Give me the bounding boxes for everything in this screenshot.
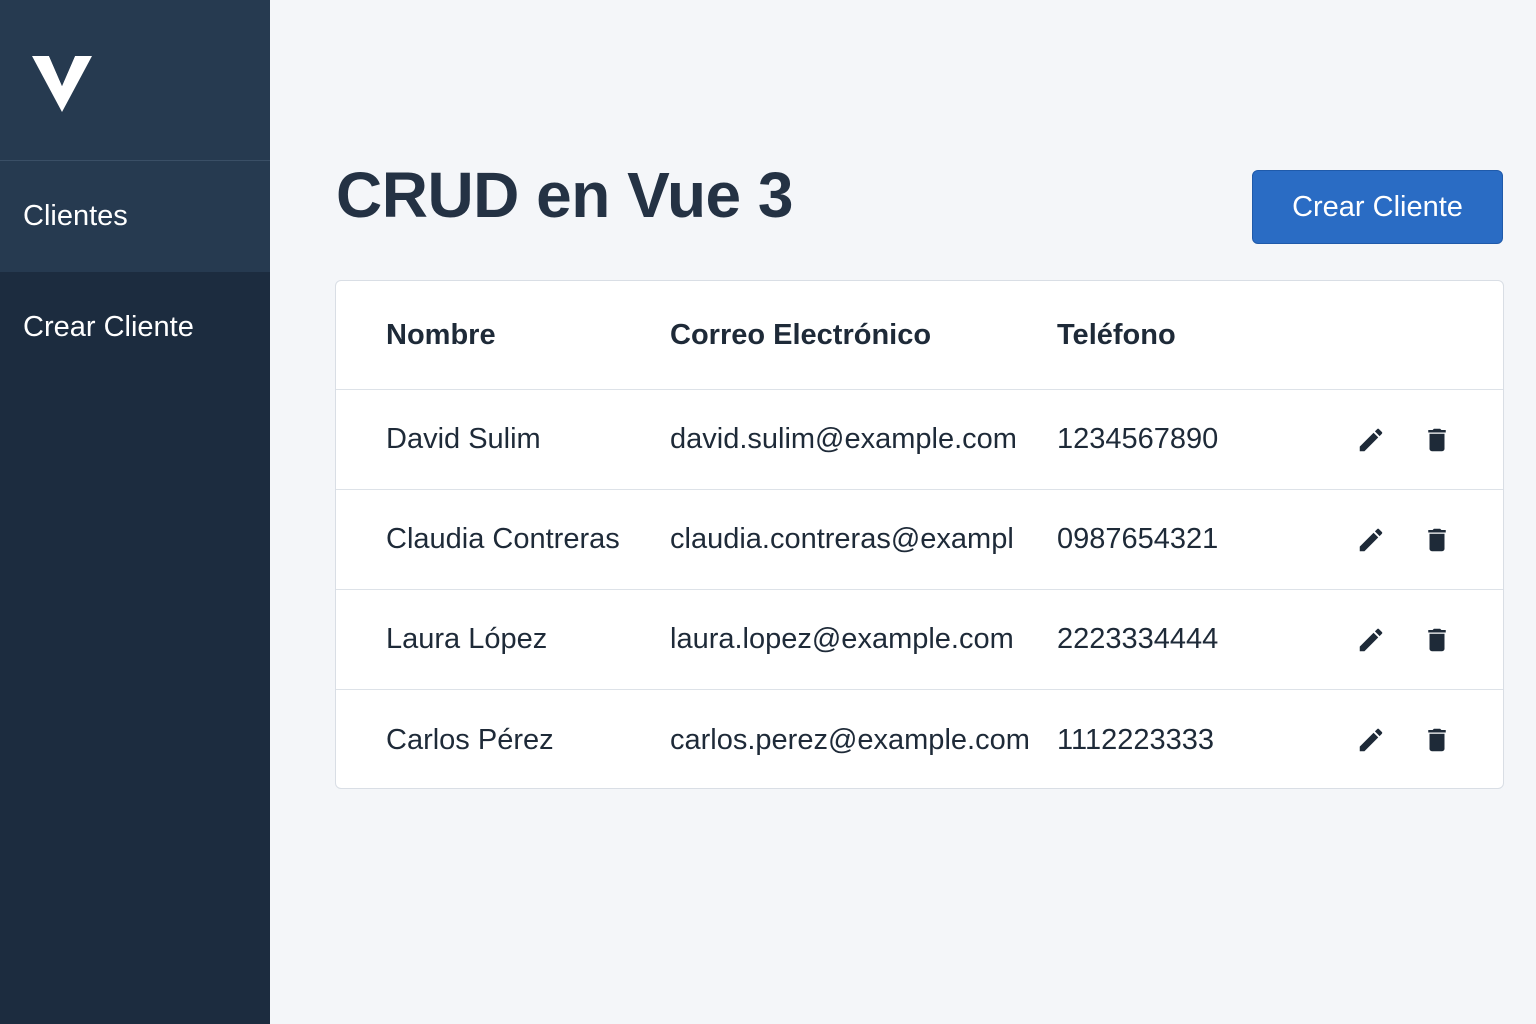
table-row: David Sulim david.sulim@example.com 1234… xyxy=(336,390,1503,490)
edit-button[interactable] xyxy=(1354,523,1388,557)
cell-email: carlos.perez@example.com xyxy=(670,723,1030,756)
cell-phone: 2223334444 xyxy=(1057,623,1219,655)
cell-email: laura.lopez@example.com xyxy=(670,623,1014,655)
pencil-icon xyxy=(1359,628,1383,651)
cell-name: Claudia Contreras xyxy=(386,523,620,555)
row-actions xyxy=(1347,523,1454,557)
delete-button[interactable] xyxy=(1420,623,1454,657)
cell-email: david.sulim@example.com xyxy=(670,423,1017,455)
sidebar-item-label: Clientes xyxy=(23,200,128,232)
row-actions xyxy=(1347,623,1454,657)
cell-name: Laura López xyxy=(386,623,548,655)
create-client-button[interactable]: Crear Cliente xyxy=(1252,170,1503,244)
delete-button[interactable] xyxy=(1420,423,1454,457)
cell-phone: 1112223333 xyxy=(1057,723,1214,756)
cell-email: claudia.contreras@exampl xyxy=(670,523,1014,555)
pencil-icon xyxy=(1359,428,1383,451)
row-actions xyxy=(1347,423,1454,457)
cell-name: David Sulim xyxy=(386,423,541,455)
table-row: Carlos Pérez carlos.perez@example.com 11… xyxy=(336,690,1503,788)
sidebar-item-clientes[interactable]: Clientes xyxy=(0,161,270,272)
trash-icon xyxy=(1428,628,1446,651)
edit-button[interactable] xyxy=(1354,723,1388,757)
vue-logo-icon xyxy=(32,56,92,112)
column-header-phone: Teléfono xyxy=(1057,318,1176,351)
table-row: Laura López laura.lopez@example.com 2223… xyxy=(336,590,1503,690)
cell-phone: 0987654321 xyxy=(1057,523,1219,555)
clients-table: Nombre Correo Electrónico Teléfono David… xyxy=(335,280,1504,789)
sidebar-item-label: Crear Cliente xyxy=(23,311,194,343)
app: Clientes Crear Cliente CRUD en Vue 3 Cre… xyxy=(0,0,1536,1024)
delete-button[interactable] xyxy=(1420,723,1454,757)
trash-icon xyxy=(1428,428,1446,451)
table-header-row: Nombre Correo Electrónico Teléfono xyxy=(336,281,1503,390)
cell-name: Carlos Pérez xyxy=(386,723,554,756)
table-row: Claudia Contreras claudia.contreras@exam… xyxy=(336,490,1503,590)
pencil-icon xyxy=(1359,528,1383,551)
delete-button[interactable] xyxy=(1420,523,1454,557)
trash-icon xyxy=(1428,528,1446,551)
logo-area xyxy=(0,0,270,161)
sidebar: Clientes Crear Cliente xyxy=(0,0,270,1024)
row-actions xyxy=(1347,723,1454,757)
page-title: CRUD en Vue 3 xyxy=(336,159,794,231)
column-header-name: Nombre xyxy=(386,318,496,351)
cell-phone: 1234567890 xyxy=(1057,423,1219,455)
trash-icon xyxy=(1428,728,1446,752)
column-header-email: Correo Electrónico xyxy=(670,318,932,351)
pencil-icon xyxy=(1359,728,1383,752)
sidebar-item-crear-cliente[interactable]: Crear Cliente xyxy=(0,272,270,383)
edit-button[interactable] xyxy=(1354,423,1388,457)
edit-button[interactable] xyxy=(1354,623,1388,657)
main-content: CRUD en Vue 3 Crear Cliente Nombre Corre… xyxy=(270,0,1536,1024)
